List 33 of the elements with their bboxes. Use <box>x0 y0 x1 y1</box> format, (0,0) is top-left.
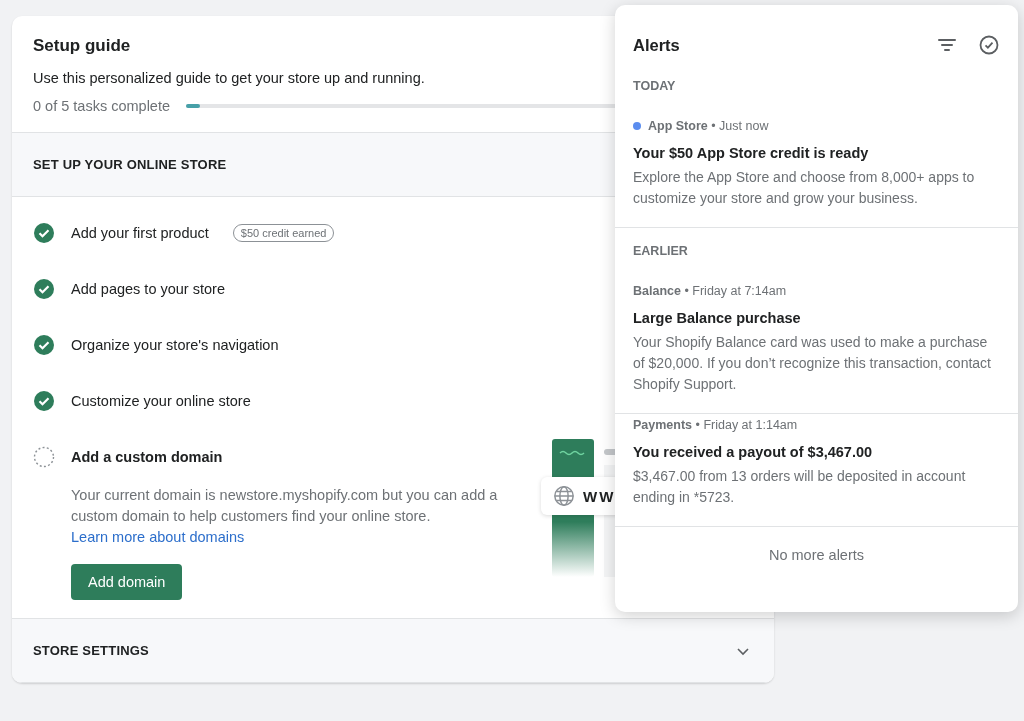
section-title: STORE SETTINGS <box>33 643 149 658</box>
learn-more-link[interactable]: Learn more about domains <box>71 527 245 548</box>
alert-meta: Payments • Friday at 1:14am <box>633 418 798 432</box>
group-label: EARLIER <box>632 243 689 260</box>
section-title: SET UP YOUR ONLINE STORE <box>33 157 227 172</box>
group-label: TODAY <box>632 78 677 95</box>
section-header[interactable]: STORE SETTINGS <box>12 618 774 683</box>
task-description: Your current domain is newstore.myshopify.com but you can add a custom domain to help customers find your online store. <box>71 486 499 526</box>
task-title[interactable]: Add your first product <box>71 225 209 241</box>
alert-title[interactable]: You received a payout of $3,467.00 <box>633 444 1000 460</box>
task-title[interactable]: Customize your online store <box>71 393 251 409</box>
domain-text: WW <box>583 487 616 505</box>
card-subtitle: Use this personalized guide to get your store up and running. <box>33 70 425 86</box>
alert-title[interactable]: Large Balance purchase <box>633 310 1000 326</box>
task-title[interactable]: Add a custom domain <box>71 449 223 465</box>
alert-meta: Balance • Friday at 7:14am <box>633 284 787 298</box>
alert-body: $3,467.00 from 13 orders will be deposited in account ending in *5723. <box>633 467 967 507</box>
check-circle-icon[interactable] <box>33 222 55 244</box>
check-circle-icon[interactable] <box>33 334 55 356</box>
globe-icon <box>553 485 575 507</box>
alert-body: Your Shopify Balance card was used to make a purchase of $20,000. If you don’t recognize this transaction, contact Shopify Support. <box>633 333 992 394</box>
check-circle-icon[interactable] <box>978 34 1000 56</box>
add-domain-button[interactable]: Add domain <box>71 564 183 600</box>
task-title[interactable]: Organize your store's navigation <box>71 337 279 353</box>
alerts-title: Alerts <box>633 35 680 55</box>
no-more-alerts: No more alerts <box>767 546 866 565</box>
dashed-circle-icon[interactable] <box>33 446 55 468</box>
alert-meta: App Store • Just now <box>648 119 769 133</box>
progress-label: 0 of 5 tasks complete <box>33 98 170 114</box>
check-circle-icon[interactable] <box>33 390 55 412</box>
card-title: Setup guide <box>33 36 131 56</box>
task-title[interactable]: Add pages to your store <box>71 281 225 297</box>
check-circle-icon[interactable] <box>33 278 55 300</box>
